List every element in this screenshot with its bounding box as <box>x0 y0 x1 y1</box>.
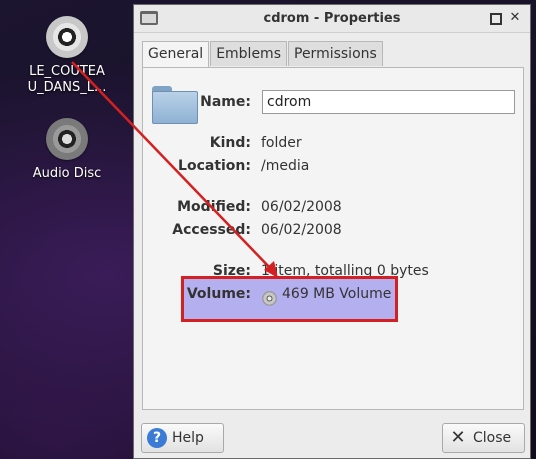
modified-value: 06/02/2008 <box>261 199 342 215</box>
audio-disc-icon <box>46 118 88 160</box>
name-label: Name: <box>200 94 251 110</box>
tab-permissions[interactable]: Permissions <box>288 41 383 66</box>
help-icon: ? <box>147 428 167 448</box>
help-button[interactable]: ? Help <box>141 423 224 453</box>
window-title: cdrom - Properties <box>263 11 401 26</box>
tab-bar: General Emblems Permissions <box>142 41 384 68</box>
maximize-icon[interactable] <box>488 11 502 25</box>
close-x-icon: ✕ <box>450 427 466 448</box>
accessed-label: Accessed: <box>172 222 251 238</box>
close-button-label: Close <box>473 430 512 446</box>
titlebar[interactable]: cdrom - Properties ✕ <box>134 5 530 33</box>
volume-label: Volume: <box>186 286 251 302</box>
properties-window: cdrom - Properties ✕ General Emblems Per… <box>133 4 531 459</box>
desktop-icon-cd[interactable]: LE_COUTEA U_DANS_L... <box>12 16 122 96</box>
close-button[interactable]: ✕ Close <box>442 423 525 453</box>
desktop-icon-audio-disc[interactable]: Audio Disc <box>12 118 122 182</box>
name-field[interactable] <box>262 90 515 114</box>
location-label: Location: <box>178 158 251 174</box>
kind-label: Kind: <box>209 135 251 151</box>
location-value: /media <box>261 158 310 174</box>
general-panel: Name: Kind: folder Location: /media Modi… <box>142 67 524 410</box>
modified-label: Modified: <box>177 199 251 215</box>
volume-disc-icon <box>262 291 277 306</box>
close-icon[interactable]: ✕ <box>508 11 522 25</box>
accessed-value: 06/02/2008 <box>261 222 342 238</box>
tab-general[interactable]: General <box>142 41 210 68</box>
volume-value: 469 MB Volume <box>282 286 392 302</box>
kind-value: folder <box>261 135 302 151</box>
desktop-icon-label: LE_COUTEA U_DANS_L... <box>27 64 107 95</box>
cd-disc-icon <box>46 16 88 58</box>
tab-emblems[interactable]: Emblems <box>210 41 287 66</box>
desktop-icon-label: Audio Disc <box>32 166 102 181</box>
help-button-label: Help <box>172 430 204 446</box>
